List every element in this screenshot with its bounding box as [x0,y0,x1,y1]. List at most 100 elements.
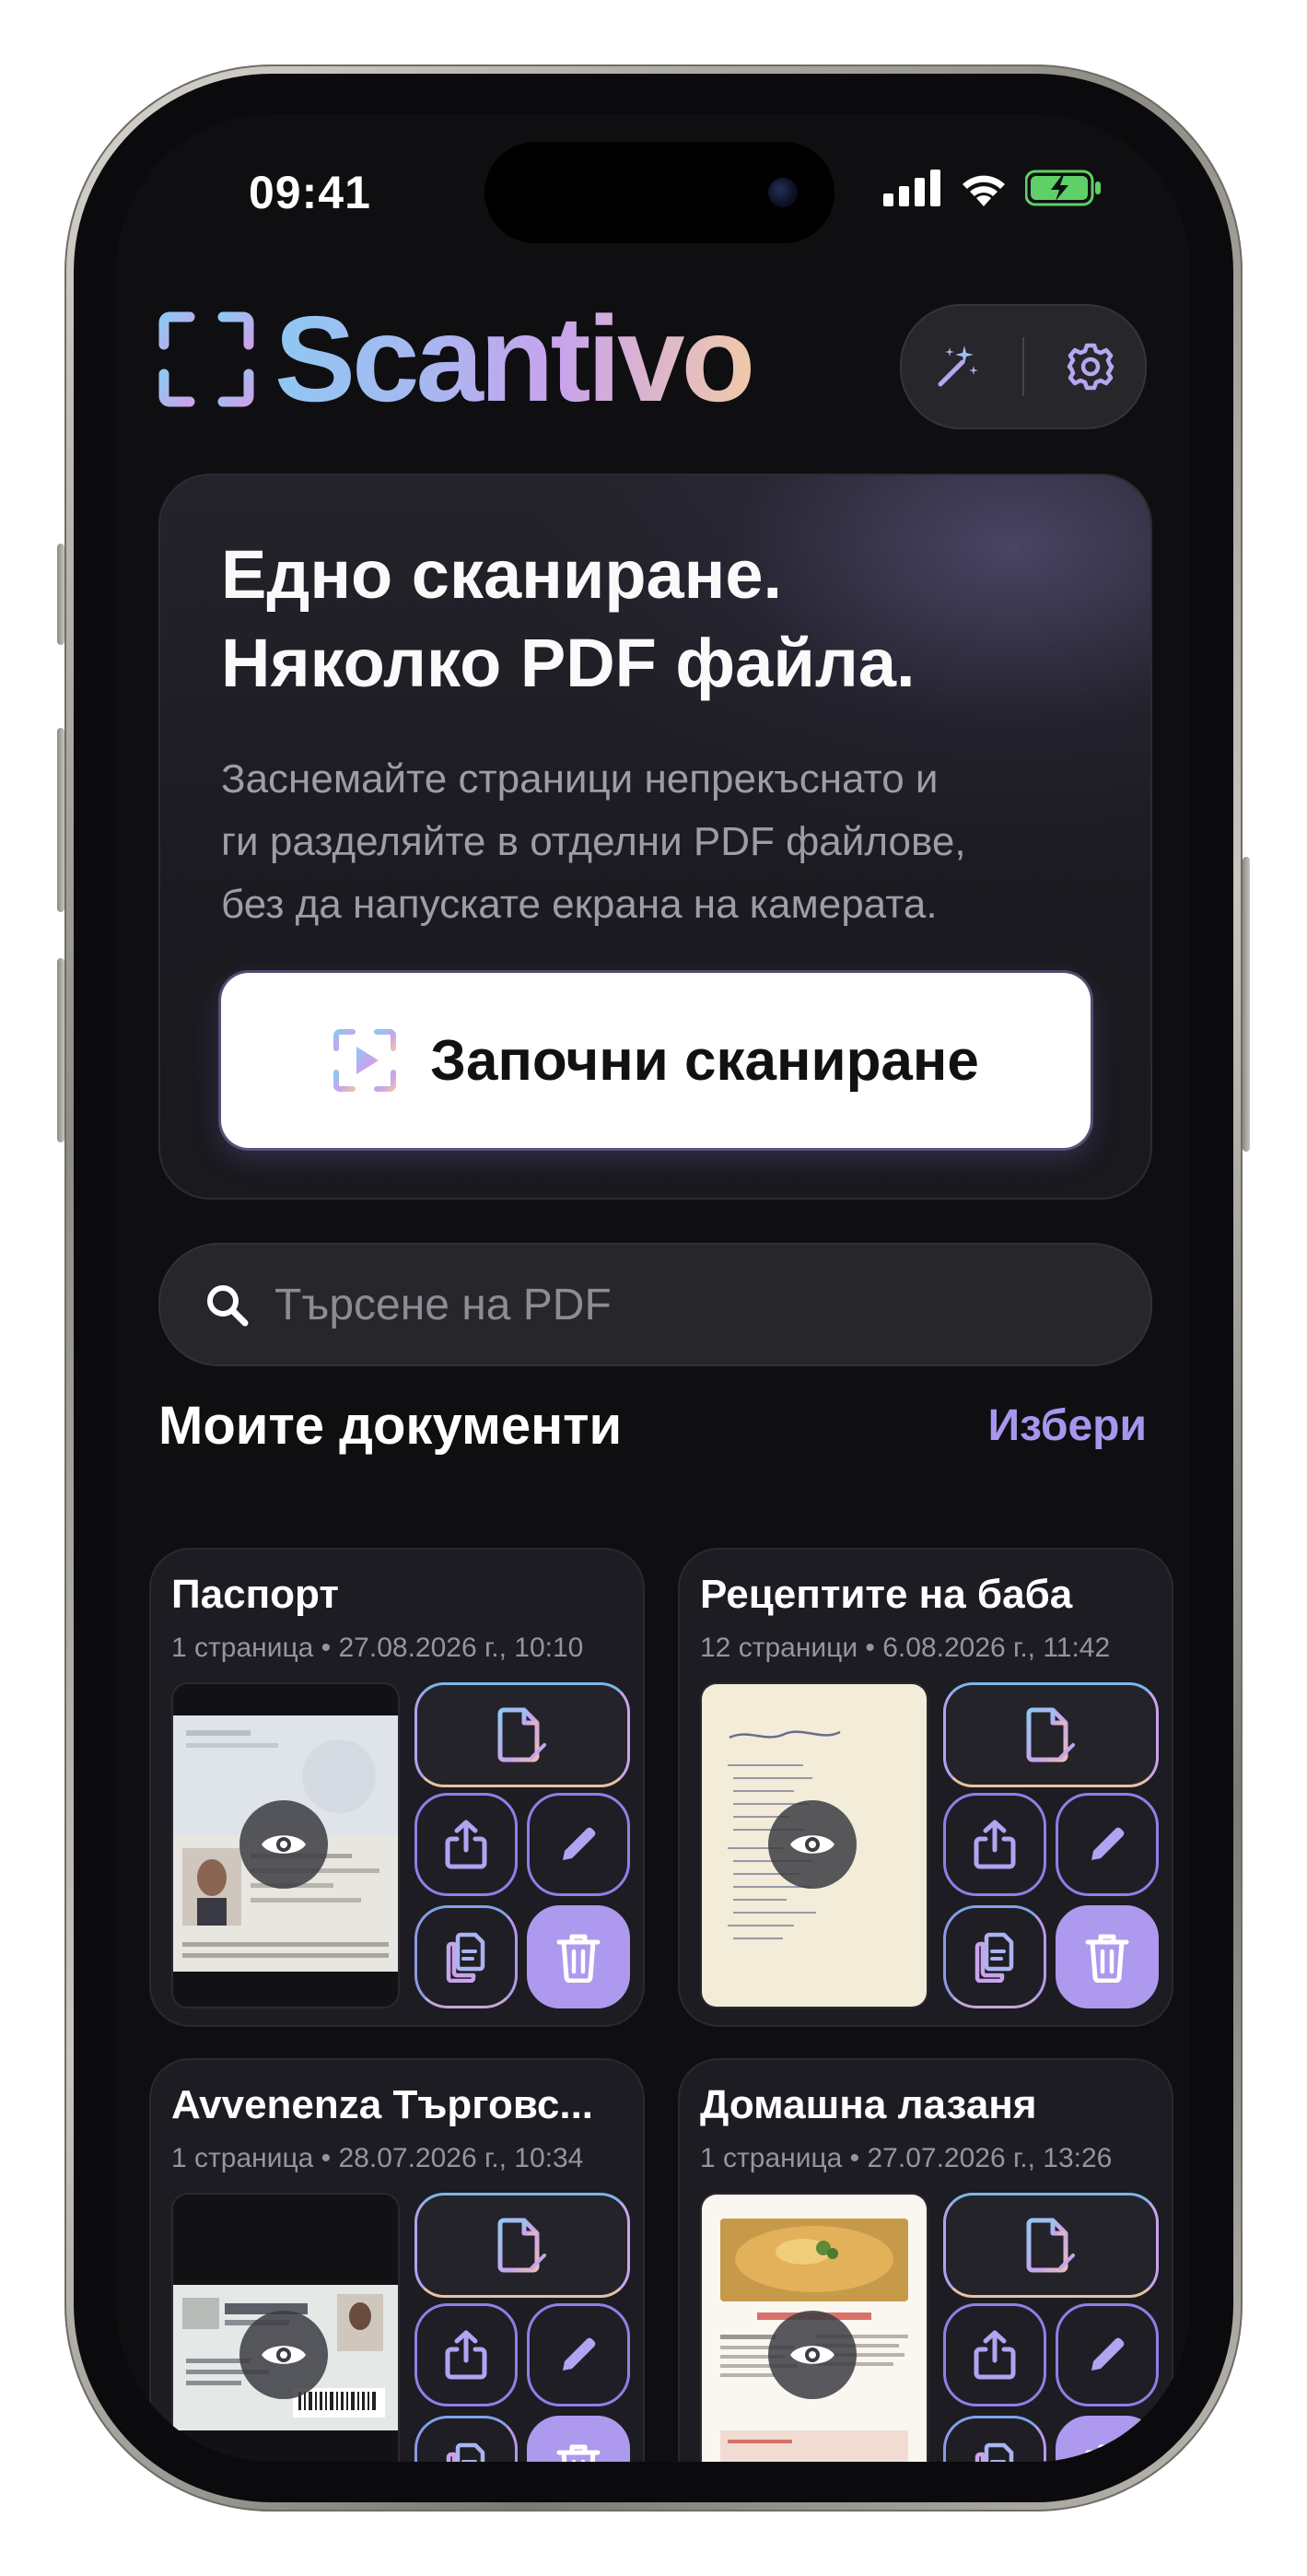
document-meta: 1 страница • 27.07.2026 г., 13:26 [700,2143,1113,2173]
duplicate-icon [974,1932,1014,1983]
pencil-icon [1091,1827,1125,1860]
eye-icon [790,1835,834,1854]
preview-button[interactable] [768,1800,857,1889]
start-scan-label: Започни сканиране [430,1028,979,1093]
trash-icon [1085,2444,1129,2462]
top-actions-group [900,304,1147,429]
volume-down-button [57,958,64,1142]
duplicate-icon [446,1932,485,1983]
share-button[interactable] [943,2303,1046,2406]
start-scan-button[interactable]: Започни сканиране [221,973,1091,1148]
delete-button[interactable] [527,1905,630,2008]
trash-icon [556,1934,601,1983]
delete-button[interactable] [1056,1905,1159,2008]
volume-up-button [57,728,64,912]
preview-button[interactable] [239,1800,328,1889]
document-edit-icon [1026,1707,1075,1762]
preview-button[interactable] [239,2311,328,2399]
edit-document-button[interactable] [414,1682,630,1787]
share-button[interactable] [414,1793,518,1896]
action-button [57,544,64,645]
rename-button[interactable] [527,2303,630,2406]
trash-icon [1085,1934,1129,1983]
rename-button[interactable] [527,1793,630,1896]
edit-document-button[interactable] [943,1682,1159,1787]
scan-play-icon [333,1029,397,1092]
document-name: Рецептите на баба [700,1572,1073,1617]
document-meta: 1 страница • 27.08.2026 г., 10:10 [171,1633,584,1663]
hero-title-line: Едно сканиране. [221,536,783,613]
gear-icon [1068,343,1114,391]
share-icon [974,1820,1016,1869]
duplicate-icon [974,2442,1014,2462]
delete-button[interactable] [527,2416,630,2462]
hero-description: Заснемайте страници непрекъснато и ги ра… [221,748,1105,936]
rename-button[interactable] [1056,1793,1159,1896]
document-thumbnail[interactable] [171,1682,400,2008]
document-card[interactable]: Домашна лазаня 1 страница • 27.07.2026 г… [678,2058,1173,2462]
status-time: 09:41 [249,167,371,218]
rename-button[interactable] [1056,2303,1159,2406]
wifi-icon [963,175,1005,206]
search-input[interactable] [273,1278,1087,1331]
share-icon [445,2330,487,2380]
document-name: Домашна лазаня [700,2082,1037,2127]
delete-button[interactable] [1056,2416,1159,2462]
edit-document-button[interactable] [414,2193,630,2298]
search-icon [201,1279,252,1330]
settings-button[interactable] [1049,325,1132,408]
divider [1021,337,1024,396]
power-button [1243,857,1250,1152]
hero-description-line: Заснемайте страници непрекъснато и [221,756,939,802]
document-name: Avvenenza Търговс... [171,2082,594,2127]
magic-wand-icon [938,345,978,387]
document-edit-icon [1026,2218,1075,2273]
app-screen: 09:41 Scantivo Едно сканиране. Няколко P… [116,114,1191,2462]
hero-description-line: ги разделяйте в отделни PDF файлове, [221,819,966,864]
cellular-signal-icon [883,170,940,206]
status-icons [883,170,1103,206]
pencil-icon [563,2337,596,2371]
document-thumbnail[interactable] [700,1682,928,2008]
document-thumbnail[interactable] [700,2193,928,2462]
pencil-icon [1091,2337,1125,2371]
document-card[interactable]: Паспорт 1 страница • 27.08.2026 г., 10:1… [149,1548,645,2027]
document-name: Паспорт [171,1572,339,1617]
trash-icon [556,2444,601,2462]
pencil-icon [563,1827,596,1860]
dynamic-island [484,142,834,243]
eye-icon [790,2346,834,2364]
app-logo: Scantivo [158,299,755,420]
hero-title: Едно сканиране. Няколко PDF файла. [221,531,1050,708]
document-edit-icon [497,2218,546,2273]
duplicate-button[interactable] [414,2416,518,2462]
scan-frame-logo-icon [158,311,254,407]
duplicate-button[interactable] [943,1905,1046,2008]
duplicate-button[interactable] [943,2416,1046,2462]
battery-charging-icon [1025,170,1101,206]
document-card[interactable]: Avvenenza Търговс... 1 страница • 28.07.… [149,2058,645,2462]
magic-wand-button[interactable] [915,325,998,408]
document-meta: 12 страници • 6.08.2026 г., 11:42 [700,1633,1111,1663]
document-card[interactable]: Рецептите на баба 12 страници • 6.08.202… [678,1548,1173,2027]
duplicate-icon [446,2442,485,2462]
select-button[interactable]: Избери [988,1400,1147,1451]
hero-title-line: Няколко PDF файла. [221,625,916,701]
document-meta: 1 страница • 28.07.2026 г., 10:34 [171,2143,584,2173]
camera-icon [768,178,798,207]
eye-icon [262,2346,306,2364]
duplicate-button[interactable] [414,1905,518,2008]
search-bar[interactable] [158,1243,1152,1366]
hero-card: Едно сканиране. Няколко PDF файла. Засне… [158,474,1152,1200]
preview-button[interactable] [768,2311,857,2399]
share-button[interactable] [943,1793,1046,1896]
document-thumbnail[interactable] [171,2193,400,2462]
document-edit-icon [497,1707,546,1762]
eye-icon [262,1835,306,1854]
share-button[interactable] [414,2303,518,2406]
hero-description-line: без да напускате екрана на камерата. [221,882,938,927]
share-icon [445,1820,487,1869]
documents-section-title: Моите документи [158,1396,623,1456]
share-icon [974,2330,1016,2380]
edit-document-button[interactable] [943,2193,1159,2298]
